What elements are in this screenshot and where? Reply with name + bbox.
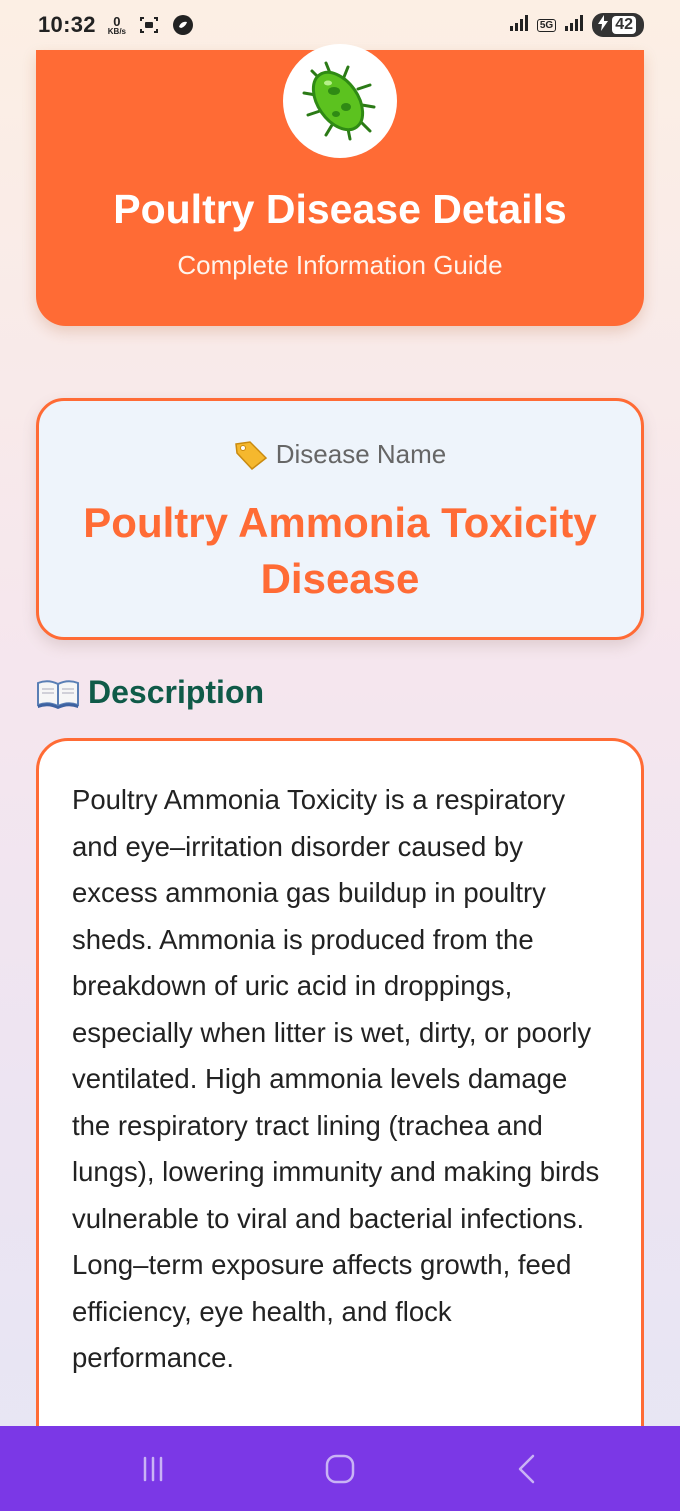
description-heading: Description (36, 674, 264, 711)
page-title: Poultry Disease Details (113, 186, 567, 232)
home-icon (325, 1454, 355, 1483)
network-type-badge: 5G (536, 18, 557, 32)
back-icon (518, 1454, 534, 1483)
navigation-bar (0, 1426, 680, 1511)
network-speed-unit: KB/s (107, 26, 127, 36)
disease-name-card: Disease Name Poultry Ammonia Toxicity Di… (36, 398, 644, 640)
battery-level: 42 (612, 16, 636, 34)
back-button[interactable] (497, 1439, 557, 1499)
page-subtitle: Complete Information Guide (177, 250, 503, 280)
screenshot-icon (138, 14, 160, 36)
charging-icon (598, 14, 609, 36)
signal-icon (509, 14, 529, 36)
description-text: Poultry Ammonia Toxicity is a respirator… (72, 784, 600, 1373)
recents-icon (144, 1456, 163, 1481)
description-card: Poultry Ammonia Toxicity is a respirator… (36, 738, 644, 1498)
app-notification-icon (172, 14, 194, 36)
header-card: Poultry Disease Details Complete Informa… (36, 44, 644, 326)
status-right: 5G 42 (509, 13, 644, 37)
tag-icon (234, 440, 267, 470)
signal-icon-2 (564, 14, 584, 36)
disease-name: Poultry Ammonia Toxicity Disease (83, 499, 597, 602)
book-icon (37, 679, 79, 709)
battery-indicator: 42 (592, 13, 644, 37)
home-button[interactable] (310, 1439, 370, 1499)
disease-name-label-row: Disease Name (39, 439, 641, 470)
network-speed: 0 KB/s (108, 15, 126, 36)
microbe-icon (302, 61, 376, 141)
network-speed-value: 0 (113, 13, 121, 29)
disease-name-label: Disease Name (275, 439, 447, 469)
status-time: 10:32 (38, 12, 96, 37)
header-logo (283, 44, 397, 158)
description-heading-text: Description (88, 674, 265, 710)
status-bar: 10:32 0 KB/s 5G 42 (0, 0, 680, 50)
status-left: 10:32 0 KB/s (38, 12, 194, 38)
recents-button[interactable] (123, 1439, 183, 1499)
